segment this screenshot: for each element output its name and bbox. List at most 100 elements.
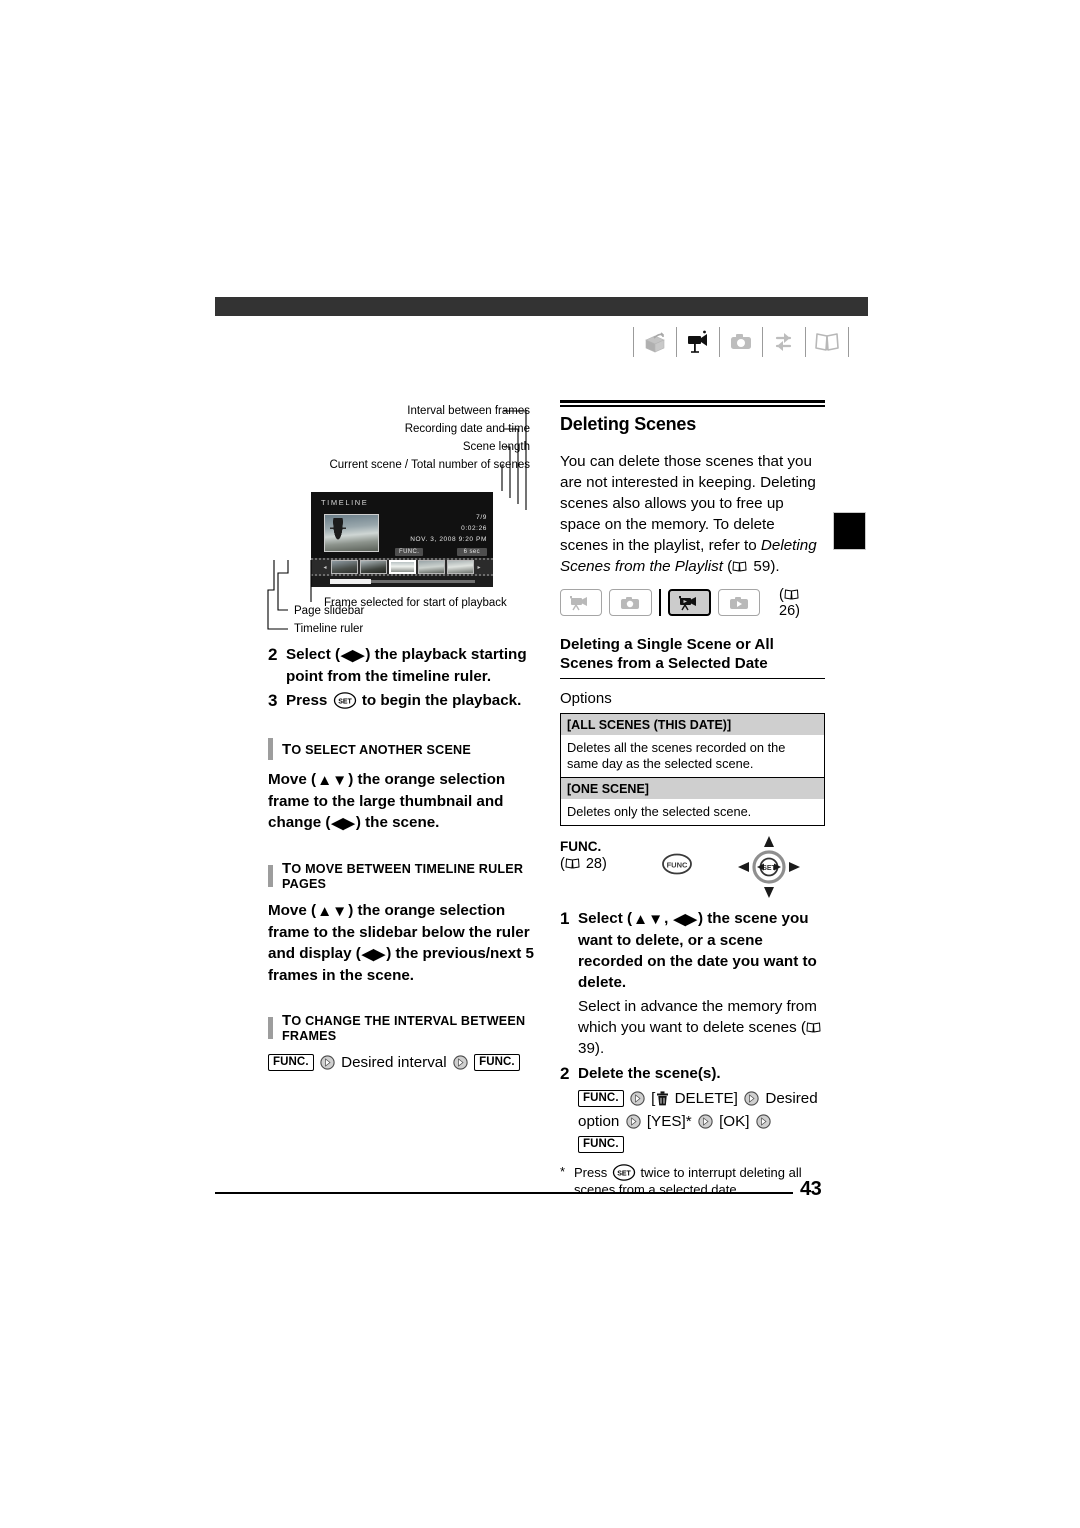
footer-rule [215,1192,793,1194]
photo-camera-icon [723,325,759,359]
right-step-2: 2 Delete the scene(s). [560,1063,825,1084]
chapter-tab-marker [833,512,866,550]
subsection-title: Deleting a Single Scene or All Scenes fr… [560,635,774,672]
section-heading-select-another-scene: TO SELECT ANOTHER SCENE [268,738,534,760]
dir-arrows-ud: ▲▼ [633,911,664,928]
camcorder-icon [680,325,716,359]
section-2-body: Move (▲▼) the orange selection frame to … [268,900,534,986]
sequence-arrow-icon [756,1114,771,1129]
subsection-title-block: Deleting a Single Scene or All Scenes fr… [560,635,825,679]
step-2-text: Select (◀▶) the playback starting point … [286,644,534,687]
sequence-arrow-icon [698,1114,713,1129]
yes-option-label[interactable]: [YES]* [647,1113,692,1130]
func-button-1[interactable]: FUNC. [268,1054,314,1071]
func-round-button-icon[interactable]: FUNC [660,852,694,881]
callout-record-date: Recording date and time [404,423,530,435]
options-label: Options [560,690,612,707]
heading-initial: T [282,740,292,758]
heading-accent-bar [268,864,273,887]
options-table: [ALL SCENES (THIS DATE)] Deletes all the… [560,713,825,826]
dir-arrows-ud: ▲▼ [317,903,348,920]
screen-scene-length: 0:02:26 [461,525,487,532]
heading-rest: O CHANGE THE INTERVAL BETWEEN FRAMES [282,1014,526,1043]
func-button-2[interactable]: FUNC. [578,1136,624,1153]
palm-tree-graphic [330,518,346,551]
heading-text: TO SELECT ANOTHER SCENE [282,741,471,758]
section-1-body: Move (▲▼) the orange selection frame to … [268,769,534,834]
joystick-icon[interactable]: SET [738,836,800,903]
screen-interval-value[interactable]: 6 sec [456,548,487,556]
page-number: 43 [800,1178,822,1200]
large-thumbnail [324,514,379,552]
subsection-rule [560,677,825,679]
mode-indicator-row: ( 26) [560,587,825,619]
func-legend-block: FUNC. ( 28) FUNC SET [560,836,825,904]
book-reference-icon [806,1022,821,1033]
heading-rest: O SELECT ANOTHER SCENE [291,742,471,757]
func-page-text: 28) [581,856,607,872]
s1-a: Move ( [268,771,317,788]
callout-scene-count: Current scene / Total number of scenes [329,459,530,471]
intro-paragraph: You can delete those scenes that you are… [560,452,817,575]
func-button-2[interactable]: FUNC. [474,1054,520,1071]
mode-page-reference: ( 26) [779,586,800,619]
set-button-icon[interactable]: SET [333,692,357,709]
section-heading-move-between-pages: TO MOVE BETWEEN TIMELINE RULER PAGES [268,860,534,891]
sequence-arrow-icon [744,1091,759,1106]
right-step-1-number: 1 [560,909,570,928]
right-step-1-subtext: Select in advance the memory from which … [578,996,825,1059]
heading-accent-bar [268,738,273,760]
delete-label: DELETE] [674,1090,738,1107]
step-2-number: 2 [268,645,278,664]
book-reference-icon [565,858,580,869]
sequence-arrow-icon [320,1055,335,1070]
diagram-callouts-top: Interval between frames Recording date a… [268,405,530,490]
func-button-1[interactable]: FUNC. [578,1090,624,1107]
option-name: [ALL SCENES (THIS DATE)] [561,714,824,735]
step-3-text-b: to begin the playback. [357,692,522,709]
screen-scene-count: 7/9 [476,514,487,521]
bracket-open: [ [651,1090,656,1107]
screen-func-button[interactable]: FUNC. [395,548,424,556]
callout-timeline-ruler: Timeline ruler [294,623,364,635]
set-button-icon[interactable]: SET [612,1164,636,1181]
mode-movie-playback [668,589,711,616]
callout-page-slidebar: Page slidebar [294,605,365,617]
icon-divider [805,327,806,357]
svg-text:FUNC: FUNC [667,861,688,870]
ok-option-label[interactable]: [OK] [719,1113,749,1130]
fn-a: Press [574,1165,611,1180]
dir-arrows-ud: ▲▼ [317,772,348,789]
intro-page-ref: 59). [749,557,780,575]
title-rule-thick [560,400,825,403]
s2-a: Move ( [268,902,317,919]
screen-title-timeline: TIMELINE [321,498,369,507]
footnote-star: * [560,1164,566,1179]
desired-interval-label: Desired interval [341,1054,447,1071]
dir-arrows-lr: ◀▶ [673,911,697,928]
mode-ref-text: 26) [779,602,800,619]
mode-photo-record [609,589,652,616]
page-title: Deleting Scenes [560,413,697,434]
header-icon-row [630,323,852,361]
r1-sub: Select in advance the memory from which … [578,998,817,1036]
right-step-2-title: Delete the scene(s). [578,1065,721,1082]
r1-a: Select ( [578,910,633,927]
right-step-1-text: Select (▲▼, ◀▶) the scene you want to de… [578,908,825,993]
option-description: Deletes only the selected scene. [567,804,752,819]
s1-c: ) the scene. [355,814,440,831]
sequence-arrow-icon [453,1055,468,1070]
dir-arrows-lr: ◀▶ [341,647,365,664]
screen-record-date: NOV. 3, 2008 9:20 PM [410,536,487,543]
func-legend-label: FUNC. [560,839,602,854]
sequence-arrow-icon [630,1091,645,1106]
heading-initial: T [282,1012,292,1029]
dir-arrows-lr: ◀▶ [331,815,355,832]
icon-divider [848,327,849,357]
icon-divider [676,327,677,357]
left-column-body: 2 Select (◀▶) the playback starting poin… [268,644,534,1073]
mode-group-divider [658,589,662,616]
step-2-text-a: Select ( [286,646,341,663]
